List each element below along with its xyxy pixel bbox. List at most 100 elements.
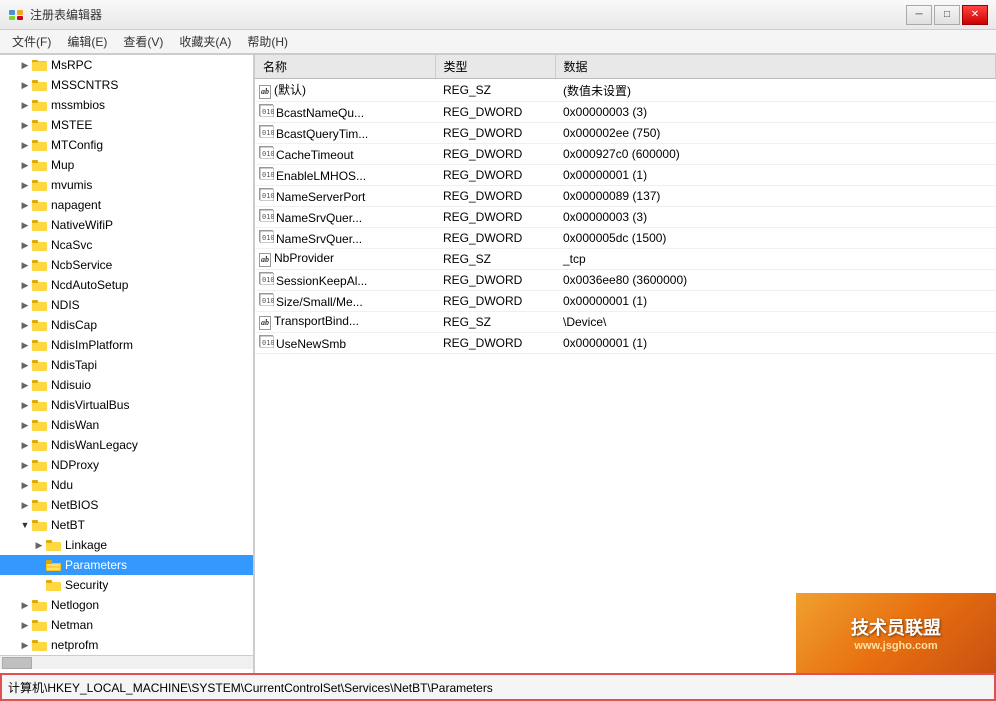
- main-content: ▶ MsRPC ▶ MSSCNTRS ▶ mssmbios: [0, 54, 996, 673]
- expand-arrow: ▶: [18, 278, 32, 292]
- table-row[interactable]: 010NameSrvQuer...REG_DWORD0x000005dc (15…: [255, 228, 996, 249]
- expand-arrow: ▶: [18, 238, 32, 252]
- tree-item-netprofm[interactable]: ▶ netprofm: [0, 635, 253, 655]
- tree-item-netbios[interactable]: ▶ NetBIOS: [0, 495, 253, 515]
- expand-arrow: ▶: [18, 98, 32, 112]
- menu-view[interactable]: 查看(V): [115, 31, 171, 52]
- table-row[interactable]: abNbProviderREG_SZ_tcp: [255, 249, 996, 270]
- menu-favorites[interactable]: 收藏夹(A): [171, 31, 239, 52]
- table-row[interactable]: 010Size/Small/Me...REG_DWORD0x00000001 (…: [255, 291, 996, 312]
- maximize-button[interactable]: □: [934, 5, 960, 25]
- tree-item-ncbservice[interactable]: ▶ NcbService: [0, 255, 253, 275]
- tree-item-ndisuio[interactable]: ▶ Ndisuio: [0, 375, 253, 395]
- table-row[interactable]: abTransportBind...REG_SZ\Device\: [255, 312, 996, 333]
- folder-icon: [32, 438, 48, 452]
- tree-label: MSTEE: [51, 118, 92, 132]
- menu-help[interactable]: 帮助(H): [239, 31, 296, 52]
- tree-label: NativeWifiP: [51, 218, 113, 232]
- cell-name: 010Size/Small/Me...: [255, 291, 435, 312]
- registry-panel[interactable]: 名称 类型 数据 ab(默认)REG_SZ(数值未设置)010BcastName…: [255, 55, 996, 673]
- dword-icon: 010: [259, 335, 273, 347]
- svg-text:010: 010: [262, 192, 274, 200]
- svg-text:010: 010: [262, 129, 274, 137]
- tree-item-ndiswan[interactable]: ▶ NdisWan: [0, 415, 253, 435]
- expand-arrow: ▶: [18, 138, 32, 152]
- table-row[interactable]: 010EnableLMHOS...REG_DWORD0x00000001 (1): [255, 165, 996, 186]
- cell-name: 010BcastQueryTim...: [255, 123, 435, 144]
- menu-edit[interactable]: 编辑(E): [59, 31, 115, 52]
- tree-item-ndisvirtualbus[interactable]: ▶ NdisVirtualBus: [0, 395, 253, 415]
- cell-type: REG_DWORD: [435, 207, 555, 228]
- folder-icon: [32, 618, 48, 632]
- tree-panel[interactable]: ▶ MsRPC ▶ MSSCNTRS ▶ mssmbios: [0, 55, 255, 673]
- folder-icon: [32, 398, 48, 412]
- minimize-button[interactable]: ─: [906, 5, 932, 25]
- folder-icon: [32, 98, 48, 112]
- folder-icon: [32, 418, 48, 432]
- tree-label: Security: [65, 578, 108, 592]
- tree-item-mtconfig[interactable]: ▶ MTConfig: [0, 135, 253, 155]
- cell-name: 010CacheTimeout: [255, 144, 435, 165]
- tree-item-ndis[interactable]: ▶ NDIS: [0, 295, 253, 315]
- table-row[interactable]: 010SessionKeepAl...REG_DWORD0x0036ee80 (…: [255, 270, 996, 291]
- table-row[interactable]: 010NameServerPortREG_DWORD0x00000089 (13…: [255, 186, 996, 207]
- ab-icon: ab: [259, 253, 271, 267]
- tree-item-msrpc[interactable]: ▶ MsRPC: [0, 55, 253, 75]
- tree-label: NdisImPlatform: [51, 338, 133, 352]
- table-row[interactable]: 010BcastNameQu...REG_DWORD0x00000003 (3): [255, 102, 996, 123]
- cell-type: REG_DWORD: [435, 144, 555, 165]
- cell-name: 010NameSrvQuer...: [255, 207, 435, 228]
- tree-item-security[interactable]: ▶ Security: [0, 575, 253, 595]
- table-row[interactable]: 010NameSrvQuer...REG_DWORD0x00000003 (3): [255, 207, 996, 228]
- tree-item-parameters[interactable]: ▶ Parameters: [0, 555, 253, 575]
- expand-arrow: ▶: [18, 438, 32, 452]
- folder-icon: [32, 58, 48, 72]
- cell-data: 0x00000089 (137): [555, 186, 996, 207]
- tree-item-ndu[interactable]: ▶ Ndu: [0, 475, 253, 495]
- tree-item-ndiscap[interactable]: ▶ NdisCap: [0, 315, 253, 335]
- table-row[interactable]: ab(默认)REG_SZ(数值未设置): [255, 79, 996, 102]
- tree-item-ncdautosetup[interactable]: ▶ NcdAutoSetup: [0, 275, 253, 295]
- tree-item-mup[interactable]: ▶ Mup: [0, 155, 253, 175]
- cell-type: REG_DWORD: [435, 291, 555, 312]
- tree-item-ndiswanlegacy[interactable]: ▶ NdisWanLegacy: [0, 435, 253, 455]
- folder-icon: [32, 378, 48, 392]
- folder-icon: [46, 578, 62, 592]
- dword-icon: 010: [259, 209, 273, 221]
- tree-item-netman[interactable]: ▶ Netman: [0, 615, 253, 635]
- menu-file[interactable]: 文件(F): [4, 31, 59, 52]
- tree-label: NcdAutoSetup: [51, 278, 128, 292]
- folder-icon: [32, 238, 48, 252]
- tree-item-linkage[interactable]: ▶ Linkage: [0, 535, 253, 555]
- expand-arrow: ▶: [18, 118, 32, 132]
- tree-hscroll[interactable]: [0, 655, 253, 669]
- cell-data: 0x00000003 (3): [555, 207, 996, 228]
- folder-icon: [32, 598, 48, 612]
- tree-item-nativewifip[interactable]: ▶ NativeWifiP: [0, 215, 253, 235]
- tree-label: Mup: [51, 158, 74, 172]
- dword-icon: 010: [259, 272, 273, 284]
- tree-item-ndistapi[interactable]: ▶ NdisTapi: [0, 355, 253, 375]
- tree-item-ncasvc[interactable]: ▶ NcaSvc: [0, 235, 253, 255]
- expand-arrow: ▶: [18, 398, 32, 412]
- svg-text:010: 010: [262, 150, 274, 158]
- table-row[interactable]: 010BcastQueryTim...REG_DWORD0x000002ee (…: [255, 123, 996, 144]
- tree-label: napagent: [51, 198, 101, 212]
- cell-type: REG_DWORD: [435, 228, 555, 249]
- close-button[interactable]: ✕: [962, 5, 988, 25]
- expand-arrow: ▶: [32, 538, 46, 552]
- svg-text:010: 010: [262, 213, 274, 221]
- tree-item-ndproxy[interactable]: ▶ NDProxy: [0, 455, 253, 475]
- tree-item-netlogon[interactable]: ▶ Netlogon: [0, 595, 253, 615]
- tree-item-mssmbios[interactable]: ▶ mssmbios: [0, 95, 253, 115]
- tree-label: Ndisuio: [51, 378, 91, 392]
- table-row[interactable]: 010UseNewSmbREG_DWORD0x00000001 (1): [255, 333, 996, 354]
- tree-item-msscntrs[interactable]: ▶ MSSCNTRS: [0, 75, 253, 95]
- tree-item-napagent[interactable]: ▶ napagent: [0, 195, 253, 215]
- tree-item-netbt[interactable]: ▼ NetBT: [0, 515, 253, 535]
- tree-item-ndisimplatform[interactable]: ▶ NdisImPlatform: [0, 335, 253, 355]
- table-row[interactable]: 010CacheTimeoutREG_DWORD0x000927c0 (6000…: [255, 144, 996, 165]
- cell-name: abNbProvider: [255, 249, 435, 270]
- tree-item-mvumis[interactable]: ▶ mvumis: [0, 175, 253, 195]
- tree-item-mstee[interactable]: ▶ MSTEE: [0, 115, 253, 135]
